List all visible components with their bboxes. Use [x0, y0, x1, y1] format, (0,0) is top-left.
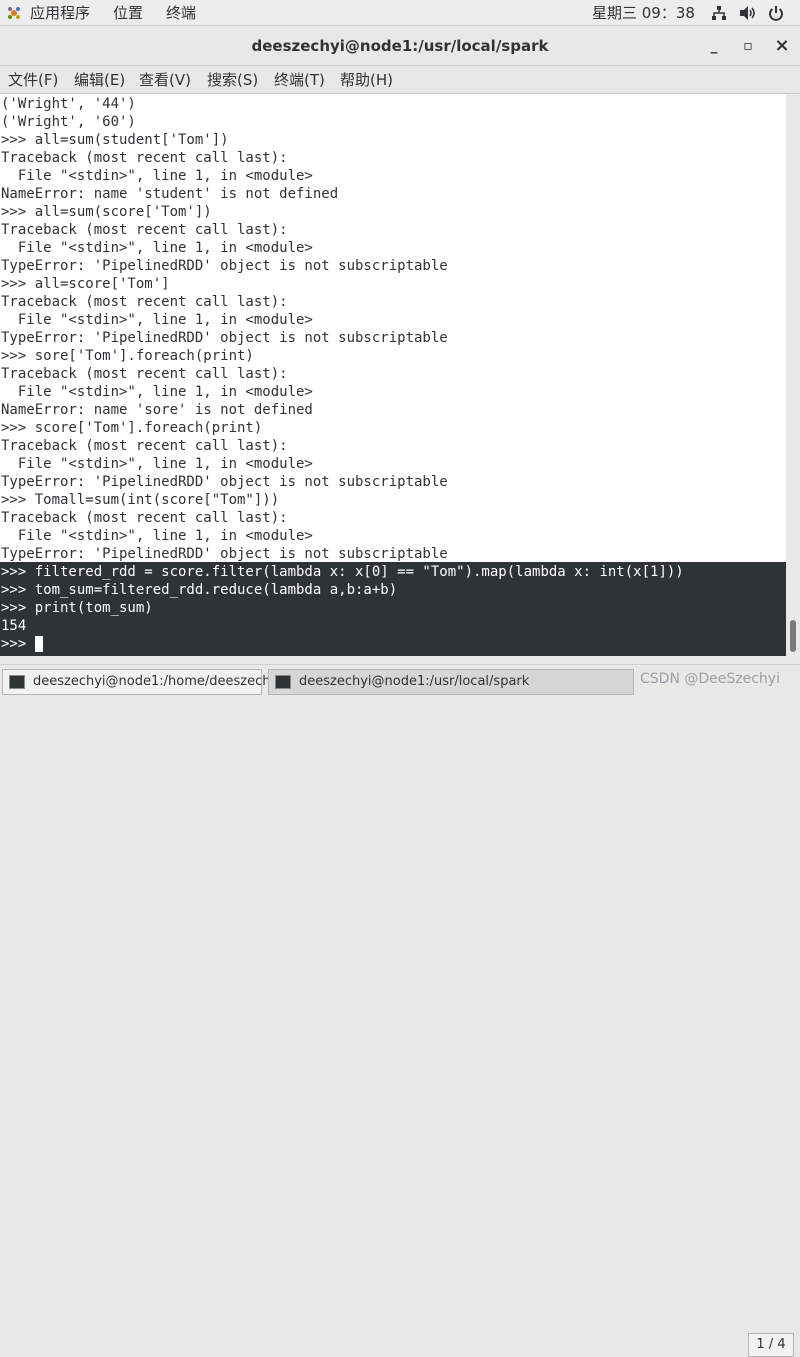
scrollbar-thumb[interactable]	[790, 620, 796, 652]
selected-text-block[interactable]: >>> filtered_rdd = score.filter(lambda x…	[0, 562, 786, 656]
terminal-scrollbar[interactable]	[786, 94, 800, 656]
terminal-line: File "<stdin>", line 1, in <module>	[1, 384, 313, 400]
applications-icon	[8, 7, 20, 19]
taskbar-item-label: deeszechyi@node1:/usr/local/spark	[299, 674, 530, 689]
applications-menu[interactable]: 应用程序	[30, 3, 90, 23]
terminal-line: >>> all=sum(score['Tom'])	[1, 204, 212, 220]
places-menu[interactable]: 位置	[113, 3, 143, 23]
workspace-pager[interactable]: 1 / 4	[748, 1333, 794, 1357]
window-title-bar[interactable]: deeszechyi@node1:/usr/local/spark _ ▫ ×	[0, 26, 800, 66]
taskbar-item-label: deeszechyi@node1:/home/deeszechyi	[33, 674, 282, 689]
terminal-line: TypeError: 'PipelinedRDD' object is not …	[1, 330, 448, 346]
selected-terminal-line: 154	[1, 618, 27, 634]
system-top-bar: 应用程序 位置 终端 星期三 09：38	[0, 0, 800, 26]
terminal-line: Traceback (most recent call last):	[1, 294, 288, 310]
terminal-menu-bar: 文件(F) 编辑(E) 查看(V) 搜索(S) 终端(T) 帮助(H)	[0, 66, 800, 94]
terminal-line: >>> sore['Tom'].foreach(print)	[1, 348, 254, 364]
terminal-line: File "<stdin>", line 1, in <module>	[1, 168, 313, 184]
menu-view[interactable]: 查看(V)	[139, 70, 191, 90]
text-cursor	[34, 636, 43, 652]
clock[interactable]: 星期三 09：38	[592, 3, 695, 23]
terminal-line: ('Wright', '44')	[1, 96, 136, 112]
terminal-line: TypeError: 'PipelinedRDD' object is not …	[1, 474, 448, 490]
selected-terminal-line: >>> print(tom_sum)	[1, 600, 153, 616]
terminal-line: TypeError: 'PipelinedRDD' object is not …	[1, 258, 448, 274]
terminal-line: NameError: name 'student' is not defined	[1, 186, 339, 202]
terminal-line: TypeError: 'PipelinedRDD' object is not …	[1, 546, 448, 562]
window-title: deeszechyi@node1:/usr/local/spark	[251, 37, 549, 55]
terminal-line: File "<stdin>", line 1, in <module>	[1, 456, 313, 472]
maximize-button[interactable]: ▫	[737, 36, 759, 56]
terminal-line: >>> score['Tom'].foreach(print)	[1, 420, 263, 436]
selected-terminal-line: >>>	[1, 635, 43, 653]
watermark: CSDN @DeeSzechyi	[640, 671, 780, 687]
selected-terminal-line: >>> filtered_rdd = score.filter(lambda x…	[1, 564, 684, 580]
menu-file[interactable]: 文件(F)	[8, 70, 58, 90]
terminal-line: NameError: name 'sore' is not defined	[1, 402, 313, 418]
terminal-output[interactable]: ('Wright', '44') ('Wright', '60') >>> all=…	[0, 94, 786, 656]
terminal-icon	[9, 675, 25, 689]
terminal-line: Traceback (most recent call last):	[1, 438, 288, 454]
terminal-line: Traceback (most recent call last):	[1, 222, 288, 238]
terminal-line: Traceback (most recent call last):	[1, 510, 288, 526]
menu-terminal[interactable]: 终端(T)	[274, 70, 325, 90]
terminal-line: Traceback (most recent call last):	[1, 366, 288, 382]
terminal-icon	[275, 675, 291, 689]
terminal-app-menu[interactable]: 终端	[166, 3, 196, 23]
terminal-line: >>> Tomall=sum(int(score["Tom"]))	[1, 492, 280, 508]
minimize-button[interactable]: _	[703, 36, 725, 56]
terminal-line: ('Wright', '60')	[1, 114, 136, 130]
terminal-line: File "<stdin>", line 1, in <module>	[1, 312, 313, 328]
menu-help[interactable]: 帮助(H)	[340, 70, 393, 90]
terminal-line: File "<stdin>", line 1, in <module>	[1, 528, 313, 544]
terminal-line: >>> all=sum(student['Tom'])	[1, 132, 229, 148]
terminal-line: >>> all=score['Tom']	[1, 276, 170, 292]
taskbar-item-home[interactable]: deeszechyi@node1:/home/deeszechyi	[2, 669, 282, 695]
menu-search[interactable]: 搜索(S)	[207, 70, 258, 90]
menu-edit[interactable]: 编辑(E)	[74, 70, 125, 90]
taskbar-item-spark[interactable]: deeszechyi@node1:/usr/local/spark	[268, 669, 634, 695]
power-icon[interactable]	[768, 5, 784, 21]
terminal-line: File "<stdin>", line 1, in <module>	[1, 240, 313, 256]
volume-icon[interactable]	[739, 5, 757, 21]
network-icon[interactable]	[711, 5, 727, 21]
selected-terminal-line: >>> tom_sum=filtered_rdd.reduce(lambda a…	[1, 582, 398, 598]
terminal-line: Traceback (most recent call last):	[1, 150, 288, 166]
close-button[interactable]: ×	[771, 36, 793, 56]
